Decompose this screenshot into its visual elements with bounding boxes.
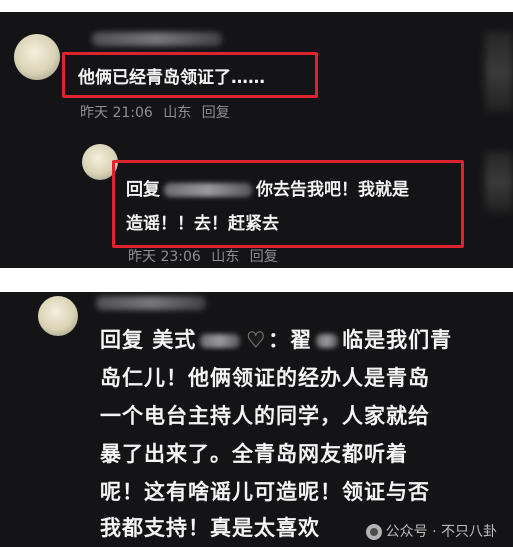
comment-line-6: 我都支持！真是太喜欢	[100, 516, 320, 540]
right-edge-blur-2	[485, 152, 513, 212]
commenter-name-blurred-2	[96, 296, 206, 310]
comment-line-3: 一个电台主持人的同学，人家就给	[100, 404, 430, 428]
comment-text-1b: 临是我们青	[342, 328, 453, 352]
comment-text: 他俩已经青岛领证了……	[78, 68, 265, 88]
comment-reply-button[interactable]: 回复	[202, 105, 230, 121]
commenter-avatar[interactable]	[14, 34, 60, 80]
comment-panel-bottom: 回复 美式 ♥：翟 临是我们青 岛仁儿！他俩领证的经办人是青岛 一个电台主持人的同学…	[0, 292, 513, 547]
name-blurred-inline	[316, 334, 339, 348]
reply-reply-button[interactable]: 回复	[250, 249, 278, 265]
comment-panel-top: 他俩已经青岛领证了…… 昨天 21:06 山东 回复 回复 你去告我吧！我就是 造…	[0, 12, 513, 268]
comment-location: 山东	[163, 105, 192, 121]
commenter-name-blurred	[92, 32, 222, 46]
comment-text-1a: ：翟	[268, 328, 313, 352]
comment-time: 昨天 21:06	[80, 105, 153, 121]
comment-line-4: 暴了出来了。全青岛网友都听着	[100, 442, 408, 466]
comment-line-2: 岛仁儿！他俩领证的经办人是青岛	[100, 366, 430, 390]
highlight-box-reply	[112, 160, 464, 248]
mentioned-user-blurred-2[interactable]	[200, 334, 241, 348]
reply-text-1: 你去告我吧！我就是	[256, 180, 409, 200]
reply-text-2: 造谣！！去！赶紧去	[126, 214, 279, 234]
watermark: 公众号 · 不只八卦	[365, 521, 497, 541]
reply-prefix: 回复	[126, 180, 160, 200]
reply-time: 昨天 23:06	[128, 249, 201, 265]
comment-prefix: 回复 美式	[100, 328, 197, 352]
mentioned-user-blurred[interactable]	[164, 183, 252, 197]
right-edge-blur	[485, 32, 513, 112]
commenter-avatar-2[interactable]	[38, 296, 78, 336]
reply-location: 山东	[211, 249, 240, 265]
heart-icon: ♥	[246, 328, 267, 353]
reply-line-1: 回复 你去告我吧！我就是	[126, 175, 409, 200]
comment-meta: 昨天 21:06 山东 回复	[80, 102, 236, 122]
comment-line-5: 呢！这有啥谣儿可造呢！领证与否	[100, 480, 430, 504]
comment-line-1: 回复 美式 ♥：翟 临是我们青	[100, 324, 452, 354]
wechat-icon	[365, 524, 382, 540]
watermark-text: 公众号 · 不只八卦	[385, 524, 497, 540]
reply-line-2: 造谣！！去！赶紧去	[126, 209, 279, 234]
reply-meta: 昨天 23:06 山东 回复	[128, 246, 284, 266]
